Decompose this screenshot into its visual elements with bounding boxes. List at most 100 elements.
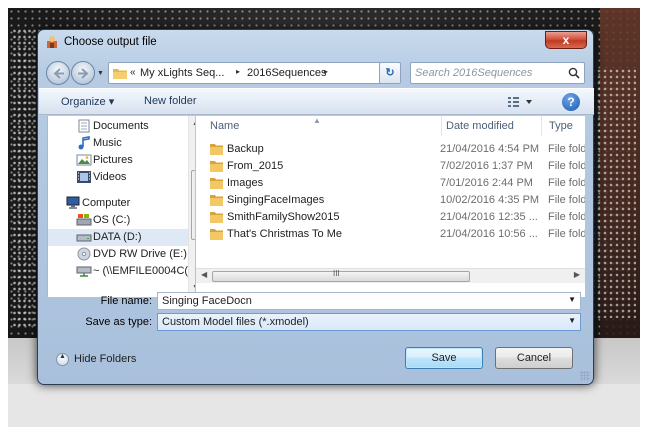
documents-icon — [78, 119, 90, 133]
folder-icon — [210, 212, 223, 223]
file-row[interactable]: Images 7/01/2016 2:44 PM File fold — [196, 175, 585, 192]
dialog-title: Choose output file — [64, 36, 157, 48]
refresh-icon: ↻ — [385, 67, 395, 79]
nav-item-label: DVD RW Drive (E:) — [93, 248, 187, 260]
nav-item-music[interactable]: Music — [48, 135, 188, 152]
app-icon — [47, 36, 57, 48]
help-button[interactable]: ? — [562, 93, 580, 111]
file-type: File fold — [548, 177, 585, 189]
search-placeholder: Search 2016Sequences — [415, 67, 533, 79]
file-row[interactable]: SmithFamilyShow2015 21/04/2016 12:35 ...… — [196, 209, 585, 226]
breadcrumb-item[interactable]: 2016Sequences — [247, 67, 327, 79]
navigation-scrollbar[interactable]: ▲ ▼ — [188, 116, 195, 297]
scrollbar-grip: III — [333, 269, 340, 278]
file-row[interactable]: From_2015 7/02/2016 1:37 PM File fold — [196, 158, 585, 175]
hide-folders-label: Hide Folders — [74, 353, 137, 365]
nav-item-dvd-drive[interactable]: DVD RW Drive (E:) — [48, 246, 188, 263]
scroll-left-icon[interactable]: ◀ — [201, 270, 207, 279]
nav-item-os-drive[interactable]: OS (C:) — [48, 212, 188, 229]
breadcrumb-separator[interactable]: ▸ — [324, 67, 328, 76]
close-icon: x — [562, 33, 570, 47]
dvd-icon — [77, 247, 91, 261]
music-icon — [78, 136, 90, 150]
recent-pages-dropdown[interactable]: ▼ — [97, 70, 104, 77]
savetype-label: Save as type: — [85, 316, 152, 328]
nav-item-label: Videos — [93, 171, 127, 183]
savetype-value: Custom Model files (*.xmodel) — [162, 316, 309, 328]
scroll-up-icon[interactable]: ▲ — [192, 120, 195, 127]
nav-item-label: DATA (D:) — [93, 231, 142, 243]
cancel-button[interactable]: Cancel — [495, 347, 573, 369]
drive-icon — [76, 234, 92, 242]
column-header-type[interactable]: Type — [541, 116, 573, 136]
file-row[interactable]: That's Christmas To Me 21/04/2016 10:56 … — [196, 226, 585, 243]
file-name: Backup — [227, 143, 264, 155]
savetype-select[interactable]: Custom Model files (*.xmodel) ▼ — [157, 313, 581, 331]
column-header-date[interactable]: Date modified — [441, 116, 514, 136]
filename-field[interactable]: Singing FaceDocn ▼ — [157, 292, 581, 310]
resize-grip[interactable] — [580, 371, 590, 381]
breadcrumb-separator[interactable]: ▸ — [236, 67, 240, 76]
nav-item-label: OS (C:) — [93, 214, 131, 226]
file-type: File fold — [548, 211, 585, 223]
file-name: Images — [227, 177, 264, 189]
nav-item-label: Computer — [82, 197, 131, 209]
folder-icon — [210, 229, 223, 240]
nav-item-computer[interactable]: Computer — [48, 195, 188, 212]
refresh-button[interactable]: ↻ — [379, 62, 401, 84]
nav-item-label: ~ (\\EMFILE0004C( — [93, 265, 189, 277]
file-date: 21/04/2016 4:54 PM — [440, 143, 540, 155]
nav-item-documents[interactable]: Documents — [48, 118, 188, 135]
organize-button[interactable]: Organize ▾ — [61, 95, 114, 108]
file-name: That's Christmas To Me — [227, 228, 342, 240]
file-row[interactable]: Backup 21/04/2016 4:54 PM File fold — [196, 141, 585, 158]
nav-item-videos[interactable]: Videos — [48, 169, 188, 186]
file-row[interactable]: SingingFaceImages 10/02/2016 4:35 PM Fil… — [196, 192, 585, 209]
breadcrumb-overflow[interactable]: « — [130, 67, 136, 78]
forward-button[interactable] — [71, 61, 95, 85]
folder-icon — [210, 144, 223, 155]
file-date: 21/04/2016 12:35 ... — [440, 211, 538, 223]
save-dialog: Choose output file x ▼ « My xLights Seq.… — [37, 29, 594, 385]
column-header-name[interactable]: Name — [210, 116, 239, 136]
scrollbar-thumb[interactable] — [191, 170, 195, 240]
back-button[interactable] — [46, 61, 70, 85]
collapse-icon: ▲ — [56, 353, 69, 366]
sort-ascending-icon: ▲ — [313, 116, 321, 125]
file-name: SingingFaceImages — [227, 194, 325, 206]
breadcrumb-item[interactable]: My xLights Seq... — [140, 67, 224, 79]
filename-dropdown-icon[interactable]: ▼ — [568, 295, 576, 304]
computer-icon — [66, 196, 80, 209]
file-type: File fold — [548, 160, 585, 172]
save-button[interactable]: Save — [405, 347, 483, 369]
scroll-down-icon[interactable]: ▼ — [192, 284, 195, 291]
arrow-right-icon — [78, 68, 89, 79]
file-date: 10/02/2016 4:35 PM — [440, 194, 540, 206]
drive-icon — [76, 214, 92, 226]
file-type: File fold — [548, 228, 585, 240]
address-bar[interactable]: « My xLights Seq... ▸ 2016Sequences ▸ ▼ — [108, 62, 400, 84]
nav-item-label: Music — [93, 137, 122, 149]
new-folder-button[interactable]: New folder — [144, 95, 197, 107]
folder-icon — [210, 195, 223, 206]
close-button[interactable]: x — [545, 31, 587, 49]
file-date: 7/02/2016 1:37 PM — [440, 160, 533, 172]
network-drive-icon — [76, 266, 92, 277]
scroll-right-icon[interactable]: ▶ — [574, 270, 580, 279]
nav-item-data-drive[interactable]: DATA (D:) — [48, 229, 188, 246]
title-bar[interactable]: Choose output file x — [38, 30, 593, 56]
horizontal-scrollbar[interactable]: ◀ III ▶ — [196, 268, 585, 283]
nav-item-network-drive[interactable]: ~ (\\EMFILE0004C( — [48, 263, 188, 280]
nav-item-pictures[interactable]: Pictures — [48, 152, 188, 169]
search-icon — [568, 67, 580, 79]
pictures-icon — [76, 154, 92, 166]
folder-icon — [113, 69, 127, 79]
views-icon[interactable] — [502, 94, 536, 110]
filename-label: File name: — [100, 295, 152, 307]
file-name: SmithFamilyShow2015 — [227, 211, 340, 223]
command-bar: Organize ▾ New folder ? — [39, 88, 594, 115]
search-input[interactable]: Search 2016Sequences — [410, 62, 585, 84]
scrollbar-thumb[interactable]: III — [212, 269, 470, 282]
videos-icon — [77, 171, 91, 183]
savetype-dropdown-icon[interactable]: ▼ — [568, 316, 576, 325]
